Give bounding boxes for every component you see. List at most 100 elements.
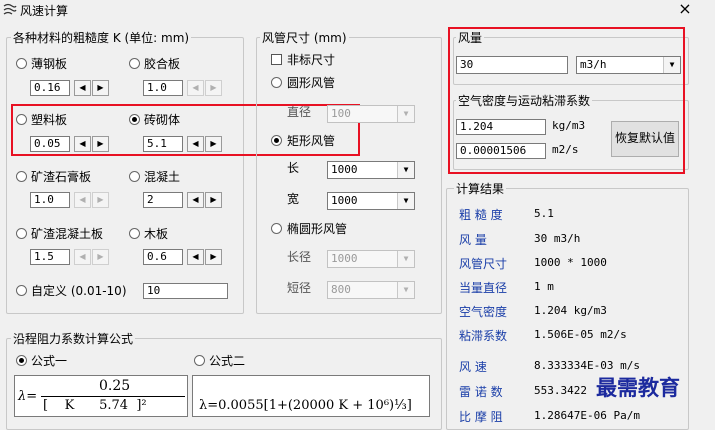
radio-slag-concrete[interactable]	[16, 228, 27, 239]
result-value: 1.28647E-06 Pa/m	[534, 409, 640, 422]
stepper-concrete[interactable]: ◀ ▶	[187, 192, 223, 208]
label-formula-2: 公式二	[209, 354, 246, 368]
formula-1-denominator: [ K 5.74 ]²	[43, 398, 147, 413]
radio-oval[interactable]	[271, 223, 282, 234]
label-short-axis: 短径	[287, 281, 312, 295]
result-value: 8.333334E-03 m/s	[534, 359, 640, 372]
result-value: 1000 * 1000	[534, 256, 607, 269]
result-value: 1.204 kg/m3	[534, 304, 607, 317]
chevron-down-icon[interactable]: ▼	[397, 282, 414, 298]
input-slag-concrete[interactable]: 1.5	[30, 249, 70, 265]
label-nonstandard: 非标尺寸	[287, 53, 336, 67]
result-label: 风 速	[459, 360, 487, 374]
label-diameter: 直径	[287, 105, 312, 119]
short-axis-value: 800	[331, 283, 351, 296]
label-custom: 自定义 (0.01-10)	[31, 284, 127, 298]
left-arrow-icon[interactable]: ◀	[187, 192, 204, 208]
chevron-down-icon[interactable]: ▼	[397, 162, 414, 178]
label-slag-gypsum: 矿渣石膏板	[31, 170, 92, 184]
app-icon	[3, 3, 17, 15]
label-width: 宽	[287, 192, 300, 206]
diameter-value: 100	[331, 107, 351, 120]
long-axis-value: 1000	[331, 252, 358, 265]
result-value: 5.1	[534, 207, 554, 220]
select-width[interactable]: 1000 ▼	[327, 192, 415, 210]
width-value: 1000	[331, 194, 358, 207]
formula-1-lambda: λ=	[18, 389, 38, 404]
chevron-down-icon[interactable]: ▼	[397, 106, 414, 122]
chevron-down-icon[interactable]: ▼	[397, 193, 414, 209]
radio-formula-1[interactable]	[16, 355, 27, 366]
input-thin-steel[interactable]: 0.16	[30, 80, 70, 96]
result-label: 雷 诺 数	[459, 385, 503, 399]
highlight-air-panel	[448, 27, 685, 174]
window-title: 风速计算	[20, 4, 69, 18]
checkbox-nonstandard[interactable]	[271, 54, 282, 65]
right-arrow-icon[interactable]: ▶	[205, 249, 222, 265]
stepper-slag-gypsum[interactable]: ◀ ▶	[74, 192, 110, 208]
right-arrow-icon[interactable]: ▶	[92, 249, 109, 265]
select-length[interactable]: 1000 ▼	[327, 161, 415, 179]
label-circular: 圆形风管	[287, 76, 336, 90]
formula-1-numerator: 0.25	[99, 378, 131, 394]
radio-custom[interactable]	[16, 285, 27, 296]
left-arrow-icon[interactable]: ◀	[74, 192, 91, 208]
stepper-wood[interactable]: ◀ ▶	[187, 249, 223, 265]
stepper-thin-steel[interactable]: ◀ ▶	[74, 80, 110, 96]
label-long-axis: 长径	[287, 250, 312, 264]
formula-1-display: λ= 0.25 [ K 5.74 ]²	[14, 375, 188, 417]
result-value: 1 m	[534, 280, 554, 293]
stepper-plywood[interactable]: ◀ ▶	[187, 80, 223, 96]
label-plywood: 胶合板	[144, 57, 181, 71]
select-diameter[interactable]: 100 ▼	[327, 105, 415, 123]
label-rectangular: 矩形风管	[287, 134, 336, 148]
result-label: 粘滞系数	[459, 329, 508, 343]
input-wood[interactable]: 0.6	[143, 249, 183, 265]
select-long-axis[interactable]: 1000 ▼	[327, 250, 415, 268]
radio-wood[interactable]	[129, 228, 140, 239]
label-wood: 木板	[144, 227, 169, 241]
right-arrow-icon[interactable]: ▶	[205, 192, 222, 208]
result-label: 粗 糙 度	[459, 208, 503, 222]
fraction-bar	[41, 396, 185, 397]
input-slag-gypsum[interactable]: 1.0	[30, 192, 70, 208]
result-value: 1.506E-05 m2/s	[534, 328, 627, 341]
formula-group-label: 沿程阻力系数计算公式	[11, 330, 136, 347]
results-group-label: 计算结果	[454, 180, 507, 197]
input-plywood[interactable]: 1.0	[143, 80, 183, 96]
input-concrete[interactable]: 2	[143, 192, 183, 208]
right-arrow-icon[interactable]: ▶	[92, 192, 109, 208]
roughness-group-label: 各种材料的粗糙度 K (单位: mm)	[11, 29, 192, 46]
label-length: 长	[287, 161, 300, 175]
result-label: 风管尺寸	[459, 257, 508, 271]
formula-2-display: λ=0.0055[1+(20000 K + 10⁶)⅓]	[192, 375, 430, 417]
select-short-axis[interactable]: 800 ▼	[327, 281, 415, 299]
label-slag-concrete: 矿渣混凝土板	[31, 227, 104, 241]
chevron-down-icon[interactable]: ▼	[397, 251, 414, 267]
result-label: 风 量	[459, 233, 487, 247]
close-button[interactable]: ×	[675, 0, 695, 19]
title-bar	[0, 0, 715, 20]
stepper-slag-concrete[interactable]: ◀ ▶	[74, 249, 110, 265]
right-arrow-icon[interactable]: ▶	[205, 80, 222, 96]
radio-slag-gypsum[interactable]	[16, 171, 27, 182]
left-arrow-icon[interactable]: ◀	[74, 80, 91, 96]
radio-formula-2[interactable]	[194, 355, 205, 366]
result-value: 30 m3/h	[534, 232, 581, 245]
left-arrow-icon[interactable]: ◀	[187, 249, 204, 265]
radio-concrete[interactable]	[129, 171, 140, 182]
radio-circular[interactable]	[271, 77, 282, 88]
duct-group-label: 风管尺寸 (mm)	[260, 29, 349, 46]
left-arrow-icon[interactable]: ◀	[187, 80, 204, 96]
left-arrow-icon[interactable]: ◀	[74, 249, 91, 265]
result-label: 比 摩 阻	[459, 410, 503, 424]
label-oval: 椭圆形风管	[287, 222, 348, 236]
radio-rectangular[interactable]	[271, 135, 282, 146]
formula-2-text: λ=0.0055[1+(20000 K + 10⁶)⅓]	[199, 398, 412, 413]
radio-plywood[interactable]	[129, 58, 140, 69]
input-custom[interactable]: 10	[143, 283, 228, 299]
watermark-text: 最需教育	[596, 375, 680, 400]
result-value: 553.3422	[534, 384, 587, 397]
right-arrow-icon[interactable]: ▶	[92, 80, 109, 96]
radio-thin-steel[interactable]	[16, 58, 27, 69]
